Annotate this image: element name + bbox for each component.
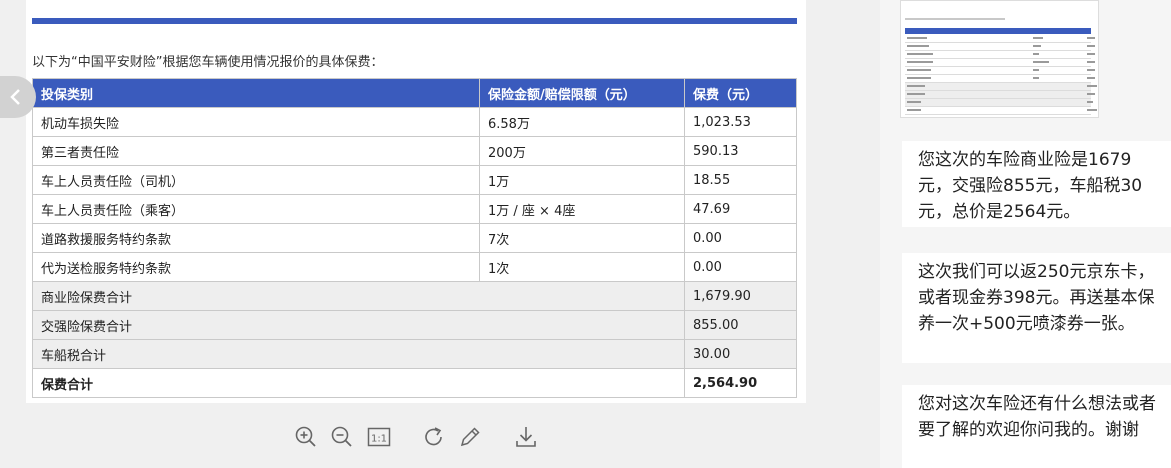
summary-value: 30.00: [684, 339, 797, 369]
summary-label: 商业险保费合计: [32, 281, 685, 311]
pencil-icon: [460, 427, 480, 447]
chat-panel: 您这次的车险商业险是1679元，交强险855元，车船税30元，总价是2564元。…: [880, 0, 1171, 468]
cell-coverage: 200万: [479, 136, 685, 166]
actual-size-icon: 1:1: [367, 427, 391, 447]
insurance-quote-table: 投保类别 保险金额/赔偿限额（元） 保费（元） 机动车损失险 6.58万 1,0…: [32, 78, 797, 398]
quote-intro-text: 以下为“中国平安财险”根据您车辆使用情况报价的具体保费：: [32, 55, 384, 70]
image-viewer: 以下为“中国平安财险”根据您车辆使用情况报价的具体保费： 投保类别 保险金额/赔…: [0, 0, 880, 468]
zoom-in-icon: [295, 426, 316, 447]
thumbnail-row: [905, 91, 1095, 99]
thumbnail-row: [905, 43, 1095, 51]
zoom-out-icon: [331, 426, 352, 447]
cell-premium: 0.00: [684, 252, 797, 282]
thumbnail-row: [905, 67, 1095, 75]
rotate-icon: [425, 427, 442, 446]
thumbnail-row: [905, 107, 1097, 115]
quote-image-thumbnail[interactable]: [900, 0, 1099, 118]
summary-value: 1,679.90: [684, 281, 797, 311]
viewer-toolbar: 1:1: [0, 424, 880, 454]
cell-category: 道路救援服务特约条款: [32, 223, 480, 253]
thumbnail-text-line: [905, 18, 1005, 20]
cell-coverage: 6.58万: [479, 107, 685, 137]
actual-size-button[interactable]: 1:1: [366, 424, 392, 450]
total-row: 保费合计 2,564.90: [32, 368, 797, 398]
table-row: 车上人员责任险（乘客） 1万 / 座 × 4座 47.69: [32, 194, 797, 224]
thumbnail-row: [905, 35, 1095, 43]
cell-coverage: 1次: [479, 252, 685, 282]
zoom-in-button[interactable]: [293, 424, 319, 450]
thumbnail-row: [905, 99, 1093, 107]
chat-message: 您对这次车险还有什么想法或者要了解的欢迎你问我的。谢谢: [902, 385, 1171, 468]
cell-premium: 47.69: [684, 194, 797, 224]
table-row: 车上人员责任险（司机） 1万 18.55: [32, 165, 797, 195]
thumbnail-row: [905, 51, 1095, 59]
table-row: 道路救援服务特约条款 7次 0.00: [32, 223, 797, 253]
column-header-premium: 保费（元）: [684, 78, 797, 108]
cell-premium: 18.55: [684, 165, 797, 195]
summary-row: 车船税合计 30.00: [32, 339, 797, 369]
cell-category: 代为送检服务特约条款: [32, 252, 480, 282]
summary-label: 车船税合计: [32, 339, 685, 369]
table-header-row: 投保类别 保险金额/赔偿限额（元） 保费（元）: [32, 78, 797, 108]
summary-value: 855.00: [684, 310, 797, 340]
actual-size-label: 1:1: [371, 434, 387, 445]
chevron-left-icon: [10, 89, 20, 105]
document-top-bar: [32, 18, 797, 24]
cell-category: 车上人员责任险（乘客）: [32, 194, 480, 224]
rotate-button[interactable]: [421, 424, 447, 450]
cell-category: 车上人员责任险（司机）: [32, 165, 480, 195]
summary-row: 交强险保费合计 855.00: [32, 310, 797, 340]
thumbnail-row: [905, 83, 1097, 91]
table-row: 代为送检服务特约条款 1次 0.00: [32, 252, 797, 282]
chat-message: 这次我们可以返250元京东卡，或者现金券398元。再送基本保养一次+500元喷漆…: [902, 253, 1171, 363]
thumbnail-row: [905, 75, 1095, 83]
cell-coverage: 7次: [479, 223, 685, 253]
cell-premium: 590.13: [684, 136, 797, 166]
thumbnail-table-header: [905, 28, 1091, 34]
cell-category: 第三者责任险: [32, 136, 480, 166]
cell-premium: 1,023.53: [684, 107, 797, 137]
zoom-out-button[interactable]: [329, 424, 355, 450]
column-header-category: 投保类别: [32, 78, 480, 108]
total-label: 保费合计: [32, 368, 685, 398]
cell-premium: 0.00: [684, 223, 797, 253]
chat-message: 您这次的车险商业险是1679元，交强险855元，车船税30元，总价是2564元。: [902, 141, 1171, 227]
table-row: 第三者责任险 200万 590.13: [32, 136, 797, 166]
total-value: 2,564.90: [684, 368, 797, 398]
summary-label: 交强险保费合计: [32, 310, 685, 340]
download-icon: [516, 427, 536, 447]
cell-category: 机动车损失险: [32, 107, 480, 137]
cell-coverage: 1万: [479, 165, 685, 195]
quote-image: 以下为“中国平安财险”根据您车辆使用情况报价的具体保费： 投保类别 保险金额/赔…: [26, 0, 806, 403]
table-row: 机动车损失险 6.58万 1,023.53: [32, 107, 797, 137]
download-button[interactable]: [513, 424, 539, 450]
column-header-coverage: 保险金额/赔偿限额（元）: [479, 78, 685, 108]
cell-coverage: 1万 / 座 × 4座: [479, 194, 685, 224]
edit-button[interactable]: [457, 424, 483, 450]
summary-row: 商业险保费合计 1,679.90: [32, 281, 797, 311]
thumbnail-row: [905, 59, 1095, 67]
